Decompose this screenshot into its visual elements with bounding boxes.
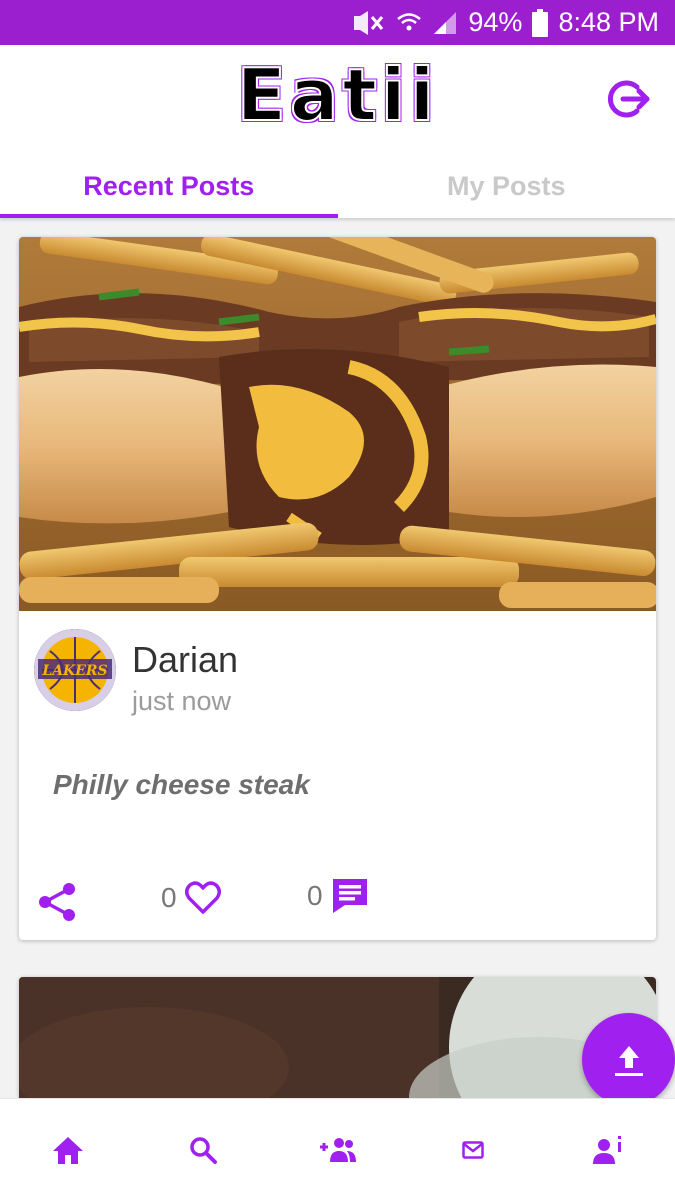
comment-icon	[332, 879, 367, 913]
author-name[interactable]: Darian	[132, 639, 238, 681]
battery-percent: 94%	[468, 7, 523, 37]
home-icon	[52, 1136, 83, 1164]
heart-icon	[184, 881, 221, 914]
bottom-nav	[0, 1098, 675, 1200]
signal-icon	[432, 10, 458, 36]
logout-icon	[607, 80, 650, 118]
battery-icon	[532, 8, 549, 37]
clock: 8:48 PM	[558, 7, 659, 37]
author-meta: Darian just now	[132, 629, 238, 721]
friends-icon	[319, 1137, 356, 1162]
post-card[interactable]: LAKERS Darian just now Philly cheese ste…	[19, 237, 656, 940]
profile-icon	[592, 1135, 621, 1164]
tab-recent-posts[interactable]: Recent Posts	[0, 155, 338, 218]
logout-button[interactable]	[603, 73, 655, 125]
messages-icon	[461, 1140, 484, 1159]
nav-search[interactable]	[163, 1110, 243, 1190]
tab-my-posts[interactable]: My Posts	[338, 155, 675, 218]
app-bar: Eatii	[0, 45, 675, 155]
comment-count: 0	[307, 880, 323, 911]
avatar-lettering: LAKERS	[41, 663, 107, 679]
author-row: LAKERS Darian just now	[34, 629, 238, 721]
search-icon	[189, 1136, 217, 1164]
wifi-icon	[396, 10, 422, 36]
post-caption: Philly cheese steak	[53, 769, 310, 800]
post-image[interactable]	[19, 237, 656, 611]
comment-button[interactable]: 0	[307, 877, 369, 915]
share-icon	[39, 883, 75, 921]
mute-icon	[350, 10, 386, 36]
nav-home[interactable]	[28, 1110, 108, 1190]
upload-button[interactable]	[582, 1013, 675, 1106]
like-button[interactable]: 0	[161, 881, 221, 915]
share-button[interactable]	[37, 881, 79, 928]
post-actions: 0 0	[19, 877, 656, 927]
upload-icon	[614, 1045, 643, 1076]
tab-bar: Recent Posts My Posts	[0, 155, 675, 218]
nav-messages[interactable]	[433, 1110, 513, 1190]
like-count: 0	[161, 882, 177, 913]
nav-profile[interactable]	[568, 1110, 648, 1190]
app-title: Eatii	[236, 52, 439, 138]
status-bar: 94% 8:48 PM	[0, 0, 675, 45]
nav-friends[interactable]	[298, 1110, 378, 1190]
avatar[interactable]: LAKERS	[34, 629, 116, 711]
post-time: just now	[132, 686, 232, 716]
